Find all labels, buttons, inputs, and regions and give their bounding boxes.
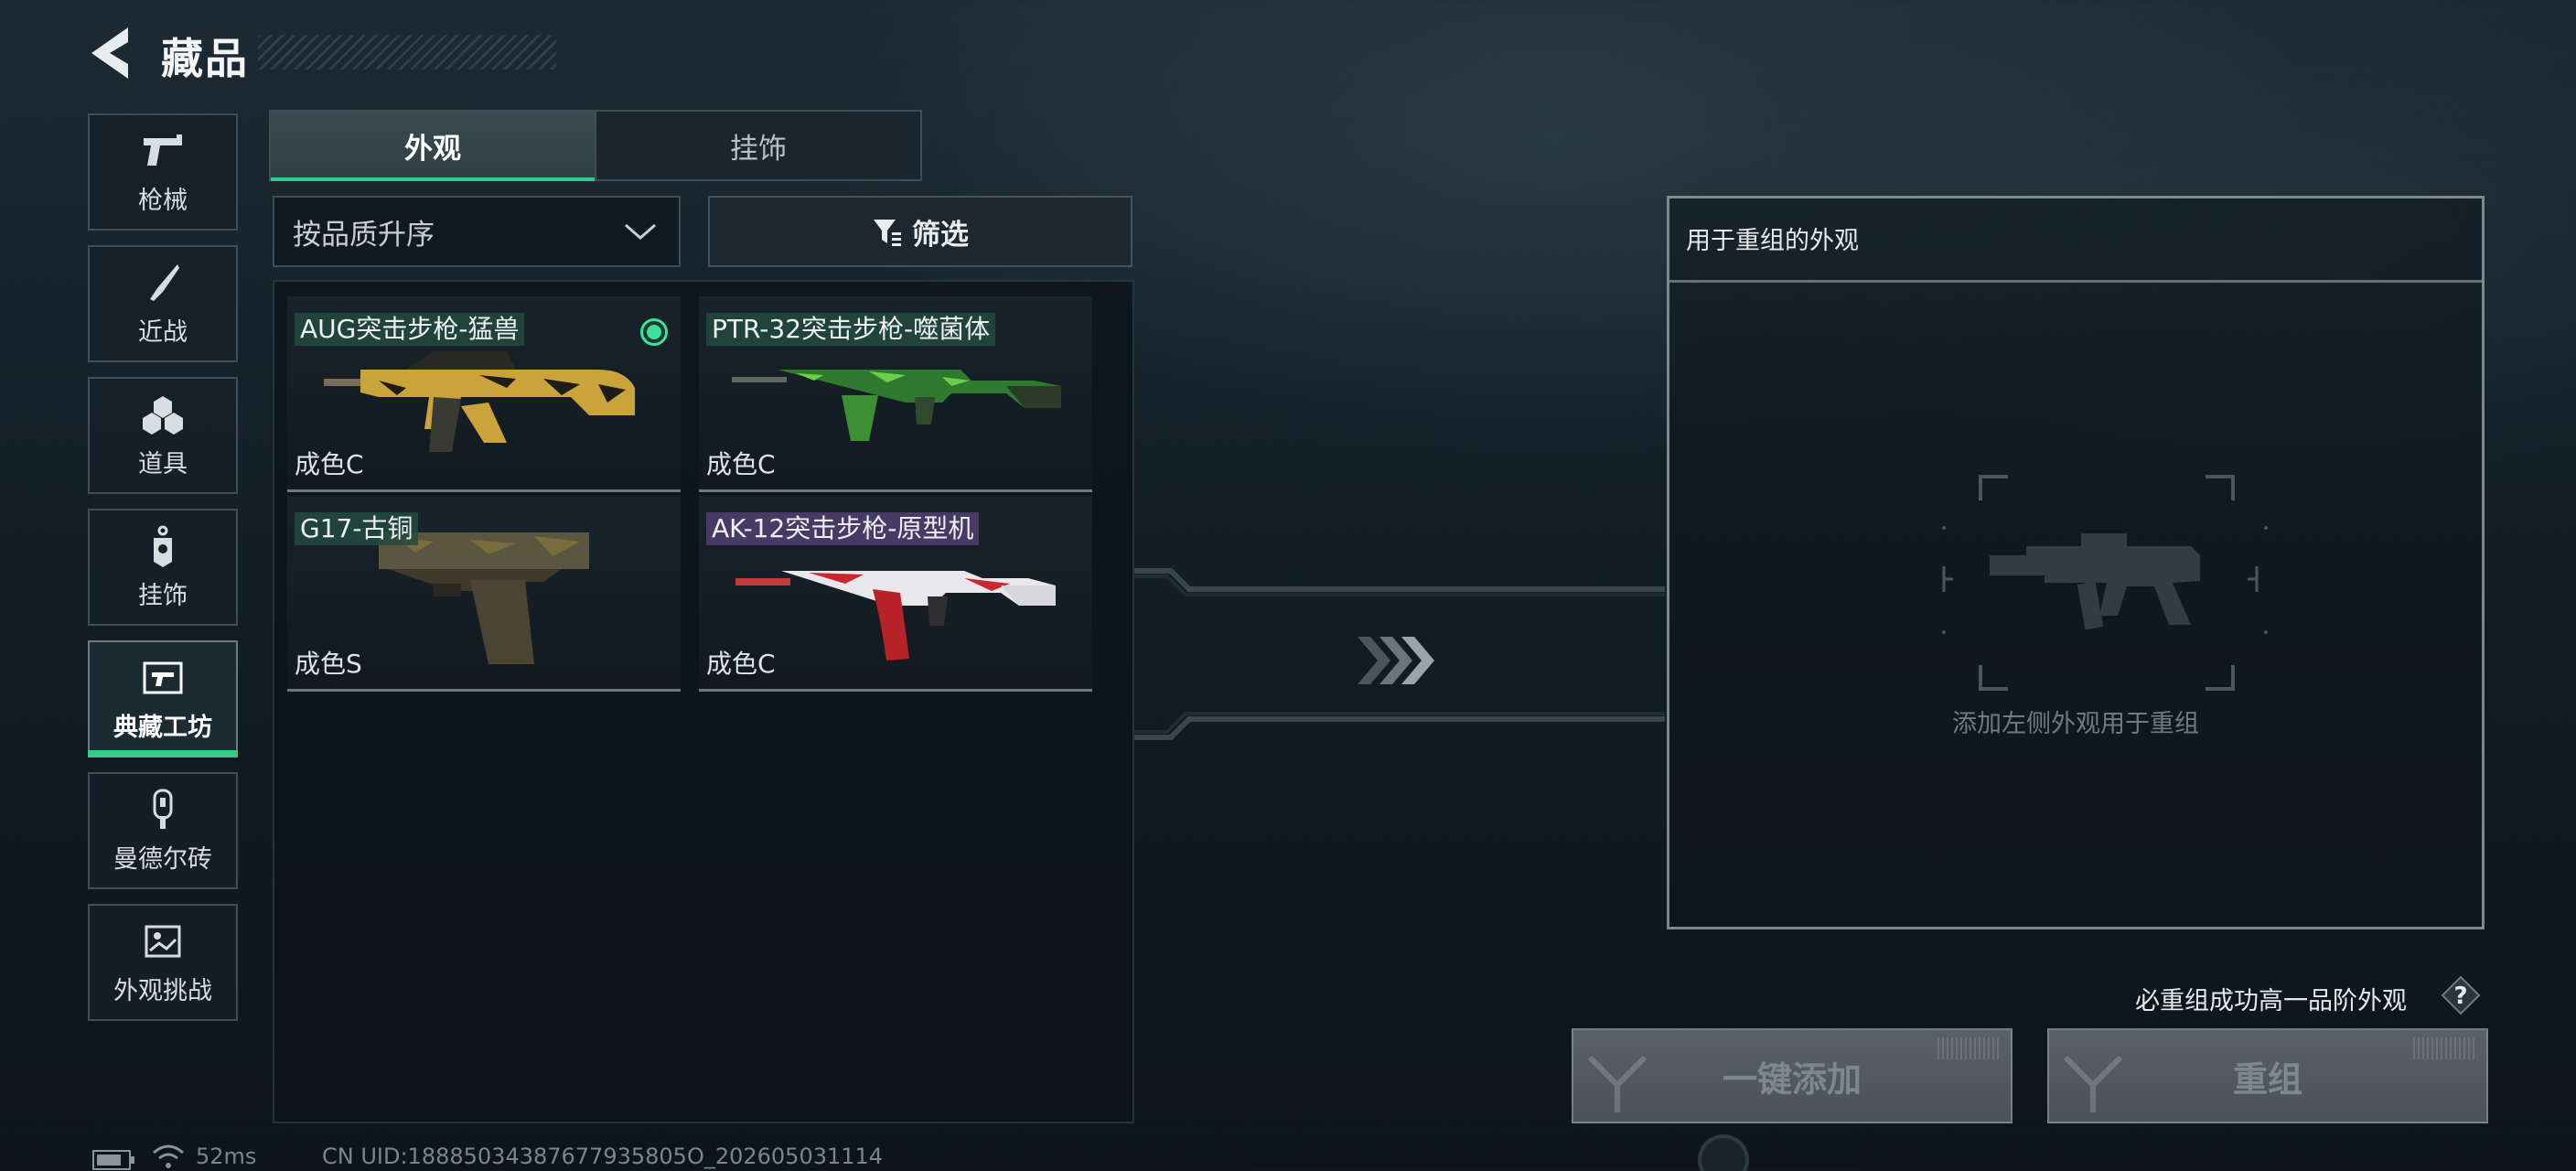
skin-condition: 成色S <box>295 649 362 679</box>
filter-button[interactable]: 筛选 <box>708 196 1132 267</box>
skin-card-ak12[interactable]: AK-12突击步枪-原型机 成色C <box>699 496 1092 692</box>
back-arrow-icon <box>91 27 128 79</box>
grenade-cluster-icon <box>137 392 188 436</box>
skin-name: AK-12突击步枪-原型机 <box>706 512 980 545</box>
scroll-handle[interactable] <box>1698 1134 1749 1171</box>
rifle-placeholder-icon <box>1942 475 2268 691</box>
card-underline <box>287 689 681 692</box>
title-decoration <box>258 35 556 70</box>
skin-name: PTR-32突击步枪-噬菌体 <box>706 313 996 346</box>
add-all-button[interactable]: 一键添加 <box>1572 1028 2012 1123</box>
recombine-placeholder: 添加左侧外观用于重组 <box>1952 710 2199 738</box>
skin-card-ptr32[interactable]: PTR-32突击步枪-噬菌体 成色C <box>699 296 1092 492</box>
skin-grid: AUG突击步枪-猛兽 成色C PTR-32突击步枪-噬菌体 成色C G17-古铜… <box>273 280 1134 1123</box>
triple-chevron-right-icon <box>1358 637 1434 684</box>
challenge-image-icon <box>137 919 188 963</box>
knife-icon <box>137 261 188 305</box>
skin-card-aug[interactable]: AUG突击步枪-猛兽 成色C <box>287 296 681 492</box>
g17-pistol-image <box>379 532 589 664</box>
skin-card-g17[interactable]: G17-古铜 成色S <box>287 496 681 692</box>
sidebar-item-melee[interactable]: 近战 <box>88 245 238 362</box>
recombine-button[interactable]: 重组 <box>2047 1028 2488 1123</box>
sidebar-item-label: 曼德尔砖 <box>113 844 212 874</box>
battery-icon <box>92 1150 134 1170</box>
recombine-label: 重组 <box>2232 1058 2302 1100</box>
sidebar-item-label: 外观挑战 <box>113 976 212 1005</box>
gun-frame-icon <box>137 656 188 700</box>
user-uid: CN UID:18885034387677935805O_20260503111… <box>322 1144 884 1169</box>
selected-check-icon <box>640 318 668 346</box>
skin-condition: 成色C <box>295 449 364 479</box>
wifi-icon <box>153 1144 184 1168</box>
sidebar-item-label: 道具 <box>138 449 188 478</box>
sidebar-item-label: 挂饰 <box>138 581 188 610</box>
sidebar-item-label: 近战 <box>138 317 188 347</box>
sidebar-item-gadgets[interactable]: 道具 <box>88 377 238 494</box>
tab-skins[interactable]: 外观 <box>271 112 595 181</box>
sort-dropdown[interactable]: 按品质升序 <box>273 196 681 267</box>
category-tabs: 外观 挂饰 <box>269 110 922 181</box>
ptr32-rifle-image <box>732 370 1061 441</box>
card-underline <box>699 689 1092 692</box>
charm-tag-icon <box>137 524 188 568</box>
ping-value: 52ms <box>196 1144 257 1169</box>
card-underline <box>287 489 681 492</box>
sort-value: 按品质升序 <box>293 218 435 252</box>
help-button[interactable]: ? <box>2441 975 2481 1015</box>
sidebar-item-mandel-brick[interactable]: 曼德尔砖 <box>88 772 238 889</box>
button-texture <box>2063 1055 2123 1112</box>
skin-condition: 成色C <box>706 449 776 479</box>
recombine-panel: 用于重组的外观 添加左侧外观用于重组 <box>1667 196 2485 929</box>
page-title: 藏品 <box>161 34 249 83</box>
skin-name: G17-古铜 <box>295 512 419 545</box>
sidebar-item-skin-challenge[interactable]: 外观挑战 <box>88 904 238 1021</box>
card-underline <box>699 489 1092 492</box>
aug-rifle-image <box>324 351 635 452</box>
recombine-title: 用于重组的外观 <box>1669 199 2482 283</box>
ak12-rifle-image <box>735 571 1056 661</box>
back-button[interactable] <box>88 24 143 82</box>
pistol-icon <box>137 129 188 173</box>
add-all-label: 一键添加 <box>1722 1058 1862 1100</box>
chevron-down-icon <box>625 223 656 240</box>
button-texture <box>1587 1055 1648 1112</box>
question-icon: ? <box>2441 975 2481 1015</box>
sidebar-item-guns[interactable]: 枪械 <box>88 113 238 231</box>
skin-condition: 成色C <box>706 649 776 679</box>
brick-key-icon <box>137 788 188 832</box>
sidebar-item-label: 典藏工坊 <box>113 713 212 742</box>
button-texture-lines <box>2413 1037 2477 1059</box>
help-glyph: ? <box>2453 983 2467 1010</box>
filter-label: 筛选 <box>912 218 969 252</box>
recombine-hint: 必重组成功高一品阶外观 <box>2135 987 2407 1015</box>
sidebar-item-charms[interactable]: 挂饰 <box>88 509 238 626</box>
sidebar-item-label: 枪械 <box>138 186 188 215</box>
tab-charms[interactable]: 挂饰 <box>595 112 920 179</box>
button-texture-lines <box>1937 1037 2002 1059</box>
skin-name: AUG突击步枪-猛兽 <box>295 313 525 346</box>
filter-icon <box>874 220 901 246</box>
sidebar-item-workshop[interactable]: 典藏工坊 <box>88 640 238 757</box>
